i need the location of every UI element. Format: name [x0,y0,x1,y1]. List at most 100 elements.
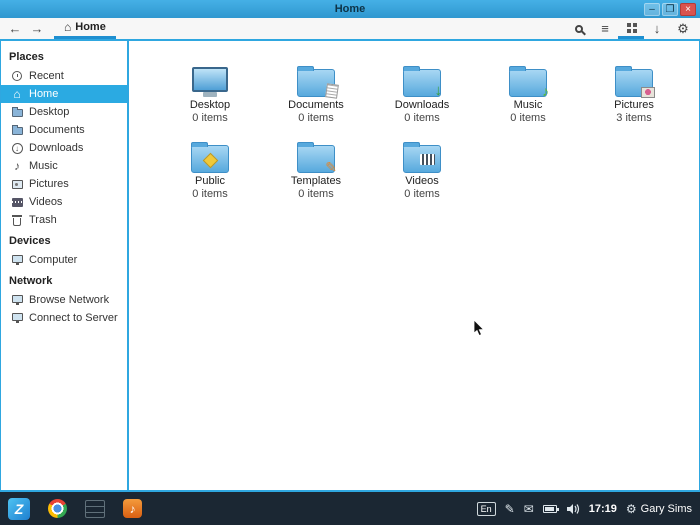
file-manager-window: Home – ❐ × ← → ⌂ Home ≡ ↓ ⚙ Places Recen… [0,0,700,525]
file-manager-icon[interactable] [85,499,105,518]
recent-icon [12,71,22,81]
download-emblem-icon: ↓ [434,82,443,99]
file-tile-desktop[interactable]: Desktop 0 items [157,57,263,125]
sidebar-item-label: Music [29,160,58,172]
chrome-icon[interactable] [48,499,67,518]
file-name: Pictures [614,99,654,111]
film-emblem-icon [420,154,435,165]
clock[interactable]: 17:19 [589,503,617,515]
folder-icon [191,142,229,173]
downloads-icon: ↓ [11,142,23,154]
sidebar-item-label: Pictures [29,178,69,190]
file-count: 0 items [298,112,334,124]
forward-button[interactable]: → [26,18,48,39]
taskbar-launchers: Z ♪ [8,497,142,520]
back-button[interactable]: ← [4,18,26,39]
file-name: Music [513,99,543,111]
titlebar[interactable]: Home – ❐ × [0,0,700,18]
menu-button[interactable]: ⚙ [670,18,696,39]
folder-icon [11,125,23,135]
forward-icon: → [30,21,44,36]
folder-icon [403,142,441,173]
photo-emblem-icon [641,87,655,98]
folder-icon: ♪ [509,66,549,98]
sidebar-item-label: Documents [29,124,85,136]
search-button[interactable] [566,18,592,39]
grid-view-button[interactable] [618,18,644,39]
sidebar-item-desktop[interactable]: Desktop [1,103,127,121]
file-tile-documents[interactable]: Documents 0 items [263,57,369,125]
file-tile-music[interactable]: ♪ Music 0 items [475,57,581,125]
file-name: Videos [405,175,439,187]
public-emblem-icon [202,152,219,169]
breadcrumb-label: Home [75,21,106,33]
file-count: 0 items [510,112,546,124]
taskbar: Z ♪ En ✎ ✉ 17:19 ⚙ Gary Sims [0,490,700,525]
file-name: Public [195,175,225,187]
close-button[interactable]: × [680,2,696,16]
trash-icon [12,214,22,226]
sidebar-item-home[interactable]: ⌂ Home [1,85,127,103]
zorin-menu-button[interactable]: Z [8,497,30,520]
breadcrumb-home-tab[interactable]: ⌂ Home [54,18,116,39]
media-player-icon[interactable]: ♪ [123,499,142,518]
sidebar-item-recent[interactable]: Recent [1,67,127,85]
sidebar-item-trash[interactable]: Trash [1,211,127,229]
list-view-icon: ≡ [601,21,609,36]
user-name: Gary Sims [640,502,692,515]
file-name: Templates [290,175,342,187]
downloads-toolbar-button[interactable]: ↓ [644,18,670,39]
sidebar-item-computer[interactable]: Computer [1,251,127,269]
folder-icon: ↓ [403,66,443,99]
file-tile-pictures[interactable]: Pictures 3 items [581,57,687,125]
music-note-icon: ♪ [14,159,20,173]
sidebar-item-label: Home [29,88,59,100]
volume-icon[interactable] [566,503,580,515]
sidebar-item-documents[interactable]: Documents [1,121,127,139]
section-title-devices: Devices [9,235,51,247]
file-count: 0 items [192,112,228,124]
sidebar-item-label: Downloads [29,142,84,154]
file-name: Desktop [189,99,231,111]
pencil-emblem-icon: ✎ [325,159,337,175]
maximize-button[interactable]: ❐ [662,2,678,16]
folder-icon [615,66,655,98]
folder-icon [297,66,339,99]
file-view[interactable]: Desktop 0 items Documents 0 items ↓ Down… [129,41,699,490]
file-name: Downloads [394,99,450,111]
file-tile-downloads[interactable]: ↓ Downloads 0 items [369,57,475,125]
download-icon: ↓ [653,21,661,36]
minimize-button[interactable]: – [644,2,660,16]
picture-icon [11,179,23,189]
search-icon [575,24,583,33]
server-icon [11,313,23,323]
window-controls: – ❐ × [644,2,700,16]
folder-icon: ✎ [297,142,337,175]
file-count: 0 items [404,112,440,124]
sidebar-item-label: Browse Network [29,294,110,306]
user-menu[interactable]: ⚙ Gary Sims [626,502,692,516]
sidebar: Places Recent ⌂ Home Desktop Documents ↓… [1,41,129,490]
document-emblem-icon [325,83,339,99]
sidebar-item-browse-network[interactable]: Browse Network [1,291,127,309]
sidebar-item-pictures[interactable]: Pictures [1,175,127,193]
file-tile-videos[interactable]: Videos 0 items [369,133,475,201]
keyboard-layout-indicator[interactable]: En [476,501,496,516]
sidebar-item-downloads[interactable]: ↓ Downloads [1,139,127,157]
file-tile-templates[interactable]: ✎ Templates 0 items [263,133,369,201]
mail-icon[interactable]: ✉ [524,502,534,516]
battery-icon[interactable] [542,504,559,513]
file-count: 3 items [616,112,652,124]
window-title: Home [334,3,366,15]
sidebar-item-connect-to-server[interactable]: Connect to Server [1,309,127,327]
home-icon: ⌂ [13,87,21,101]
file-tile-public[interactable]: Public 0 items [157,133,263,201]
back-icon: ← [8,21,22,36]
computer-icon [11,255,23,265]
sidebar-item-label: Connect to Server [29,312,118,324]
sidebar-item-videos[interactable]: Videos [1,193,127,211]
sidebar-item-music[interactable]: ♪ Music [1,157,127,175]
list-view-button[interactable]: ≡ [592,18,618,39]
tablet-pen-icon[interactable]: ✎ [505,502,515,516]
